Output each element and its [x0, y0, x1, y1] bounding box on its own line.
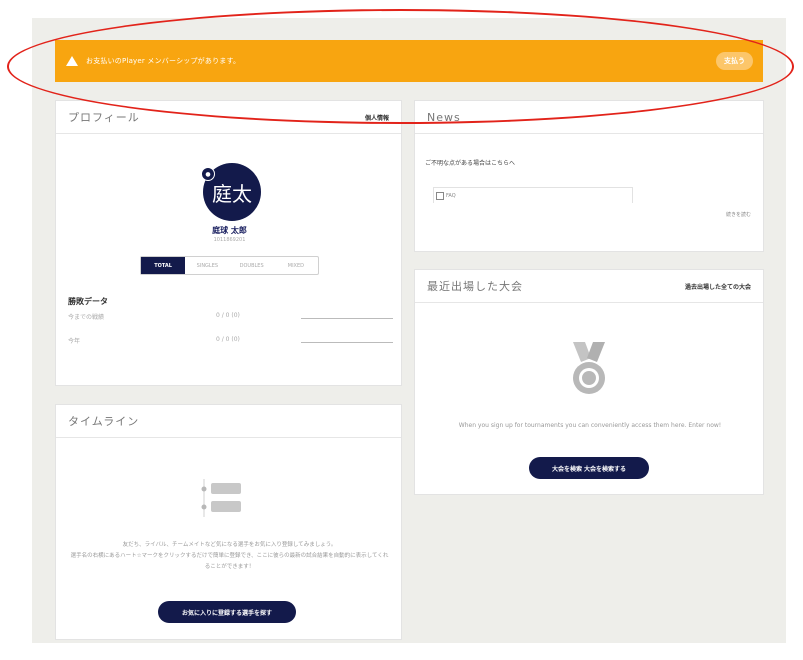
faq-checkbox-icon — [436, 191, 444, 200]
stat-divider — [301, 342, 393, 343]
news-title: News — [427, 110, 461, 124]
timeline-card: タイムライン 友だち、ライバル、チームメイトなど気になる選手をお気に入り登録して… — [55, 404, 402, 640]
player-name: 庭球 太郎 — [212, 226, 247, 235]
tournaments-title: 最近出場した大会 — [427, 280, 523, 293]
player-id: 1011869201 — [213, 237, 246, 243]
tab-singles[interactable]: SINGLES — [185, 257, 229, 274]
banner-message: お支払いのPlayer メンバーシップがあります。 — [86, 57, 241, 65]
timeline-description: 友だち、ライバル、チームメイトなど気になる選手をお気に入り登録してみましょう。 … — [70, 540, 389, 573]
stat-label: 今までの戦績 — [68, 314, 105, 321]
stat-value: 0 / 0 (0) — [216, 312, 240, 319]
read-more-link[interactable]: 続きを読む — [726, 211, 751, 218]
personal-info-link[interactable]: 個人情報 — [365, 113, 389, 122]
news-card: News ご不明な点がある場合はこちらへ FAQ 続きを読む — [414, 100, 764, 252]
match-type-tabs: TOTAL SINGLES DOUBLES MIXED — [140, 256, 319, 275]
tab-total[interactable]: TOTAL — [141, 257, 186, 274]
no-tournaments-message: When you sign up for tournaments you can… — [458, 422, 722, 429]
search-tournaments-button[interactable]: 大会を検索 大会を検索する — [529, 457, 649, 479]
stats-title: 勝敗データ — [68, 297, 108, 306]
pay-button[interactable]: 支払う — [716, 52, 753, 70]
stat-divider — [301, 318, 393, 319]
all-tournaments-link[interactable]: 過去出場した全ての大会 — [685, 282, 751, 291]
profile-card: プロフィール 個人情報 庭太 ● 庭球 太郎 1011869201 TOTAL … — [55, 100, 402, 386]
timeline-title: タイムライン — [68, 415, 140, 428]
stat-value: 0 / 0 (0) — [216, 336, 240, 343]
faq-link[interactable]: FAQ — [446, 193, 456, 199]
tab-doubles[interactable]: DOUBLES — [230, 257, 274, 274]
membership-payment-banner: お支払いのPlayer メンバーシップがあります。 支払う — [55, 40, 763, 82]
timeline-description-line1: 友だち、ライバル、チームメイトなど気になる選手をお気に入り登録してみましょう。 — [122, 542, 337, 548]
timeline-description-line2: 選手名の右横にあるハート☆マークをクリックするだけで簡単に登録でき、ここに彼らの… — [70, 553, 389, 570]
medal-icon — [573, 342, 605, 394]
avatar-badge-icon: ● — [201, 167, 215, 181]
recent-tournaments-card: 最近出場した大会 過去出場した全ての大会 When you sign up fo… — [414, 269, 764, 495]
stat-row-alltime: 今までの戦績 0 / 0 (0) — [68, 312, 393, 324]
stat-row-this-year: 今年 0 / 0 (0) — [68, 336, 393, 348]
news-help-text: ご不明な点がある場合はこちらへ — [425, 160, 516, 167]
profile-title: プロフィール — [68, 111, 140, 124]
faq-item[interactable]: FAQ — [433, 187, 633, 203]
timeline-list-icon — [201, 479, 241, 517]
find-players-button[interactable]: お気に入りに登録する選手を探す — [158, 601, 296, 623]
tab-mixed[interactable]: MIXED — [274, 257, 318, 274]
stat-label: 今年 — [68, 338, 81, 345]
warning-icon — [66, 56, 78, 66]
